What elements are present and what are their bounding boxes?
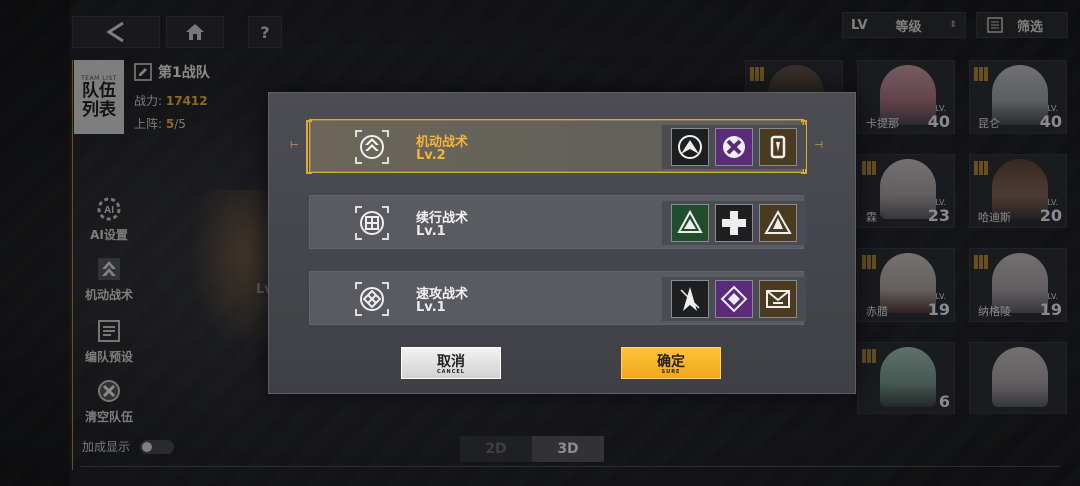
diamond-skill-icon [720,285,748,313]
confirm-button-sub: SURE [661,369,681,375]
mobile-tactic-icon [350,125,394,169]
sustain-tactic-icon [350,201,394,245]
cancel-button[interactable]: 取消 CANCEL [401,347,501,379]
pyramid-skill-icon [764,209,792,234]
tactic-level: Lv.1 [416,300,446,315]
tactic-skill-slots [662,201,806,245]
skill-slot[interactable] [715,128,753,166]
tactic-option-sustain[interactable]: 续行战术 Lv.1 [309,195,806,249]
tactic-skill-slots [662,277,806,321]
rapid-tactic-icon [350,277,394,321]
skill-slot[interactable] [759,128,797,166]
tactic-level: Lv.1 [416,224,446,239]
confirm-button-label: 确定 [657,354,685,370]
cancel-button-label: 取消 [437,354,465,370]
cross-skill-icon [723,136,745,158]
confirm-button[interactable]: 确定 SURE [621,347,721,379]
cancel-button-sub: CANCEL [437,369,465,375]
tactic-level: Lv.2 [416,148,446,163]
arrow-skill-icon [680,287,700,311]
selection-bracket-left [306,120,312,174]
tactic-option-mobile[interactable]: ⊢ ⊣ 机动战术 Lv.2 [290,119,823,174]
envelope-skill-icon [766,290,790,308]
skill-slot[interactable] [759,204,797,242]
tactic-skill-slots [662,125,806,169]
skill-slot[interactable] [671,204,709,242]
skill-slot[interactable] [671,128,709,166]
triangle-skill-icon [677,209,703,233]
skill-slot[interactable] [715,204,753,242]
skill-slot[interactable] [671,280,709,318]
wing-skill-icon [678,135,702,159]
shield-skill-icon [770,135,786,159]
left-marker-icon: ⊢ [290,140,299,151]
tactic-option-rapid[interactable]: 速攻战术 Lv.1 [309,271,806,325]
tactic-select-dialog: ⊢ ⊣ 机动战术 Lv.2 续行战术 Lv.1 速攻战术 Lv.1 取消 CAN… [268,92,856,394]
plus-skill-icon [722,211,746,235]
right-marker-icon: ⊣ [814,140,823,151]
skill-slot[interactable] [759,280,797,318]
skill-slot[interactable] [715,280,753,318]
